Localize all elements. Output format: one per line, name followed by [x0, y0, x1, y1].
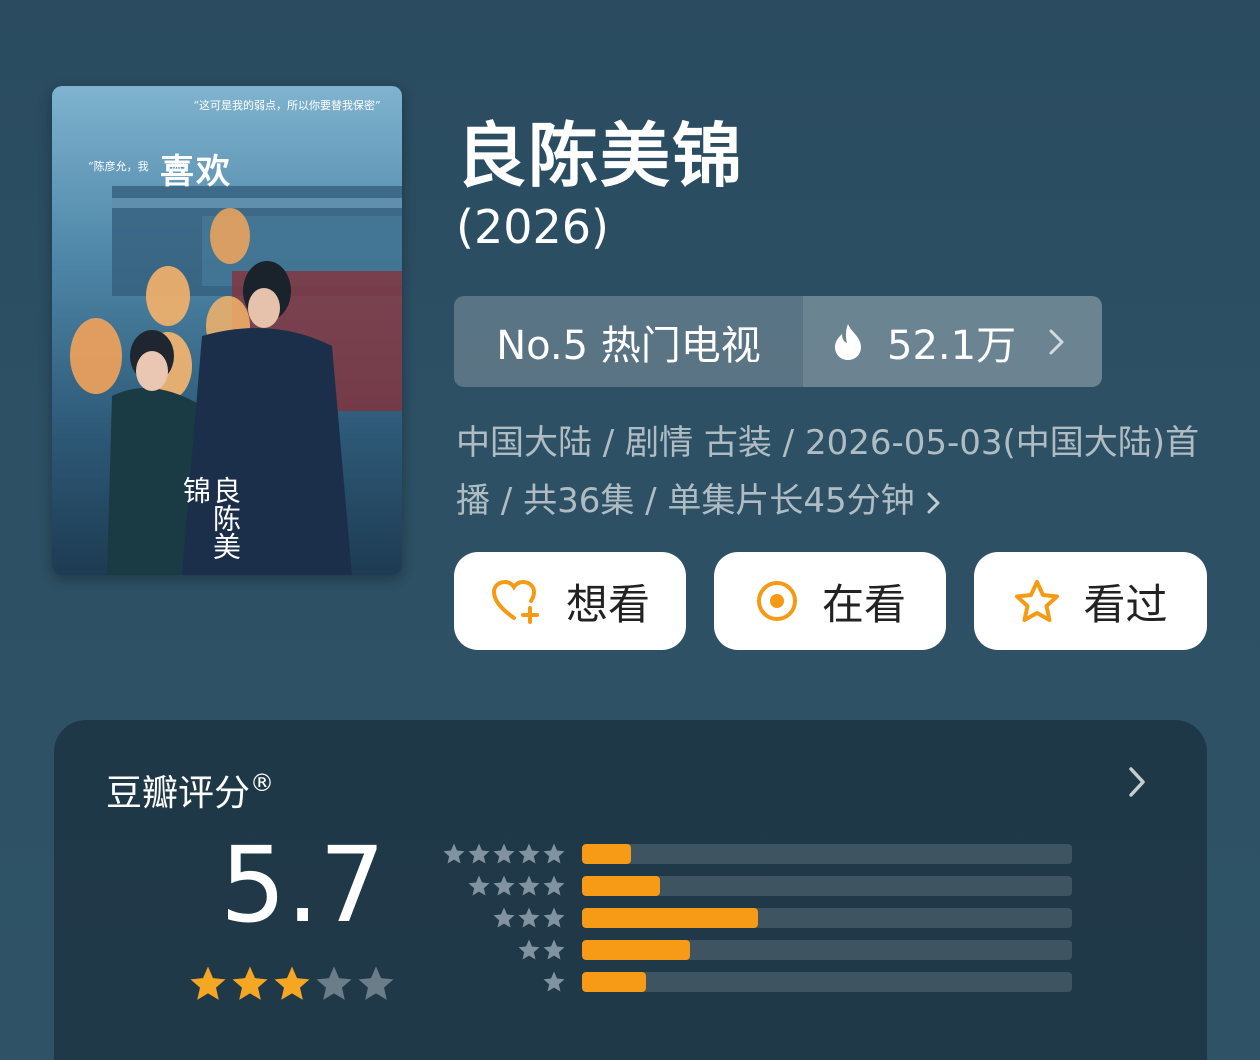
- distribution-bar-fill: [582, 940, 690, 960]
- heart-plus-icon: [491, 579, 539, 624]
- rank-label[interactable]: No.5 热门电视: [454, 296, 803, 387]
- watching-button[interactable]: 在看: [714, 552, 946, 650]
- movie-meta[interactable]: 中国大陆 / 剧情 古装 / 2026-05-03(中国大陆)首播 / 共36集…: [456, 414, 1226, 530]
- star-empty-icon: [314, 964, 356, 1004]
- star-icon: [442, 842, 466, 866]
- poster-headline: 喜欢: [160, 152, 232, 192]
- poster-quote: “这可是我的弱点，所以你要替我保密”: [193, 99, 381, 112]
- movie-title: 良陈美锦: [456, 115, 744, 197]
- star-icon: [542, 906, 566, 930]
- star-icon: [517, 938, 541, 962]
- star-icon: [492, 906, 516, 930]
- distribution-row: [440, 870, 1072, 902]
- poster-calligraphy: 良陈美锦: [179, 476, 242, 560]
- movie-detail-page: “这可是我的弱点，所以你要替我保密” “陈彦允，我 你” 喜欢 良陈美锦 良陈美…: [0, 0, 1260, 1060]
- distribution-stars: [440, 842, 566, 866]
- chevron-right-icon[interactable]: [1125, 764, 1149, 800]
- distribution-stars: [440, 970, 566, 994]
- rating-stars: [188, 964, 398, 1004]
- distribution-bar: [582, 940, 1072, 960]
- flame-icon: [835, 323, 861, 360]
- distribution-bar: [582, 844, 1072, 864]
- distribution-row: [440, 966, 1072, 998]
- registered-mark: ®: [250, 769, 275, 797]
- want-to-watch-button[interactable]: 想看: [454, 552, 686, 650]
- distribution-bar: [582, 972, 1072, 992]
- distribution-bar-fill: [582, 876, 661, 896]
- star-icon: [517, 874, 541, 898]
- rating-card[interactable]: 豆瓣评分® 5.7: [54, 720, 1207, 1060]
- distribution-row: [440, 902, 1072, 934]
- star-icon: [542, 842, 566, 866]
- watched-label: 看过: [1083, 579, 1168, 629]
- meta-text: 中国大陆 / 剧情 古装 / 2026-05-03(中国大陆)首播 / 共36集…: [456, 423, 1200, 521]
- star-icon: [492, 874, 516, 898]
- chevron-right-icon: [1049, 329, 1064, 354]
- rating-distribution: [440, 838, 1072, 998]
- distribution-bar-fill: [582, 908, 759, 928]
- distribution-bar-fill: [582, 972, 646, 992]
- distribution-stars: [440, 906, 566, 930]
- star-icon: [542, 970, 566, 994]
- movie-year: (2026): [456, 200, 609, 254]
- chevron-right-icon: [927, 492, 940, 513]
- heat-value: 52.1万: [887, 322, 1017, 369]
- distribution-bar: [582, 876, 1072, 896]
- rank-pill[interactable]: No.5 热门电视 52.1万: [454, 296, 1102, 387]
- star-filled-icon: [188, 964, 230, 1004]
- star-icon: [542, 874, 566, 898]
- star-icon: [517, 906, 541, 930]
- distribution-stars: [440, 938, 566, 962]
- star-icon: [517, 842, 541, 866]
- distribution-row: [440, 934, 1072, 966]
- distribution-row: [440, 838, 1072, 870]
- star-filled-icon: [230, 964, 272, 1004]
- rating-title: 豆瓣评分®: [106, 764, 274, 816]
- movie-poster[interactable]: “这可是我的弱点，所以你要替我保密” “陈彦允，我 你” 喜欢 良陈美锦: [52, 86, 402, 575]
- rating-score: 5.7: [220, 824, 386, 946]
- star-icon: [467, 874, 491, 898]
- rating-title-text: 豆瓣评分: [106, 773, 251, 814]
- star-filled-icon: [272, 964, 314, 1004]
- star-icon: [492, 842, 516, 866]
- heat-section[interactable]: 52.1万: [803, 296, 1102, 387]
- star-icon: [542, 938, 566, 962]
- star-empty-icon: [356, 964, 398, 1004]
- distribution-bar: [582, 908, 1072, 928]
- watching-label: 在看: [821, 579, 906, 629]
- watched-button[interactable]: 看过: [974, 552, 1207, 650]
- want-label: 想看: [565, 579, 650, 629]
- target-icon: [756, 581, 797, 621]
- distribution-stars: [440, 874, 566, 898]
- distribution-bar-fill: [582, 844, 631, 864]
- star-icon: [467, 842, 491, 866]
- star-icon: [1015, 580, 1060, 622]
